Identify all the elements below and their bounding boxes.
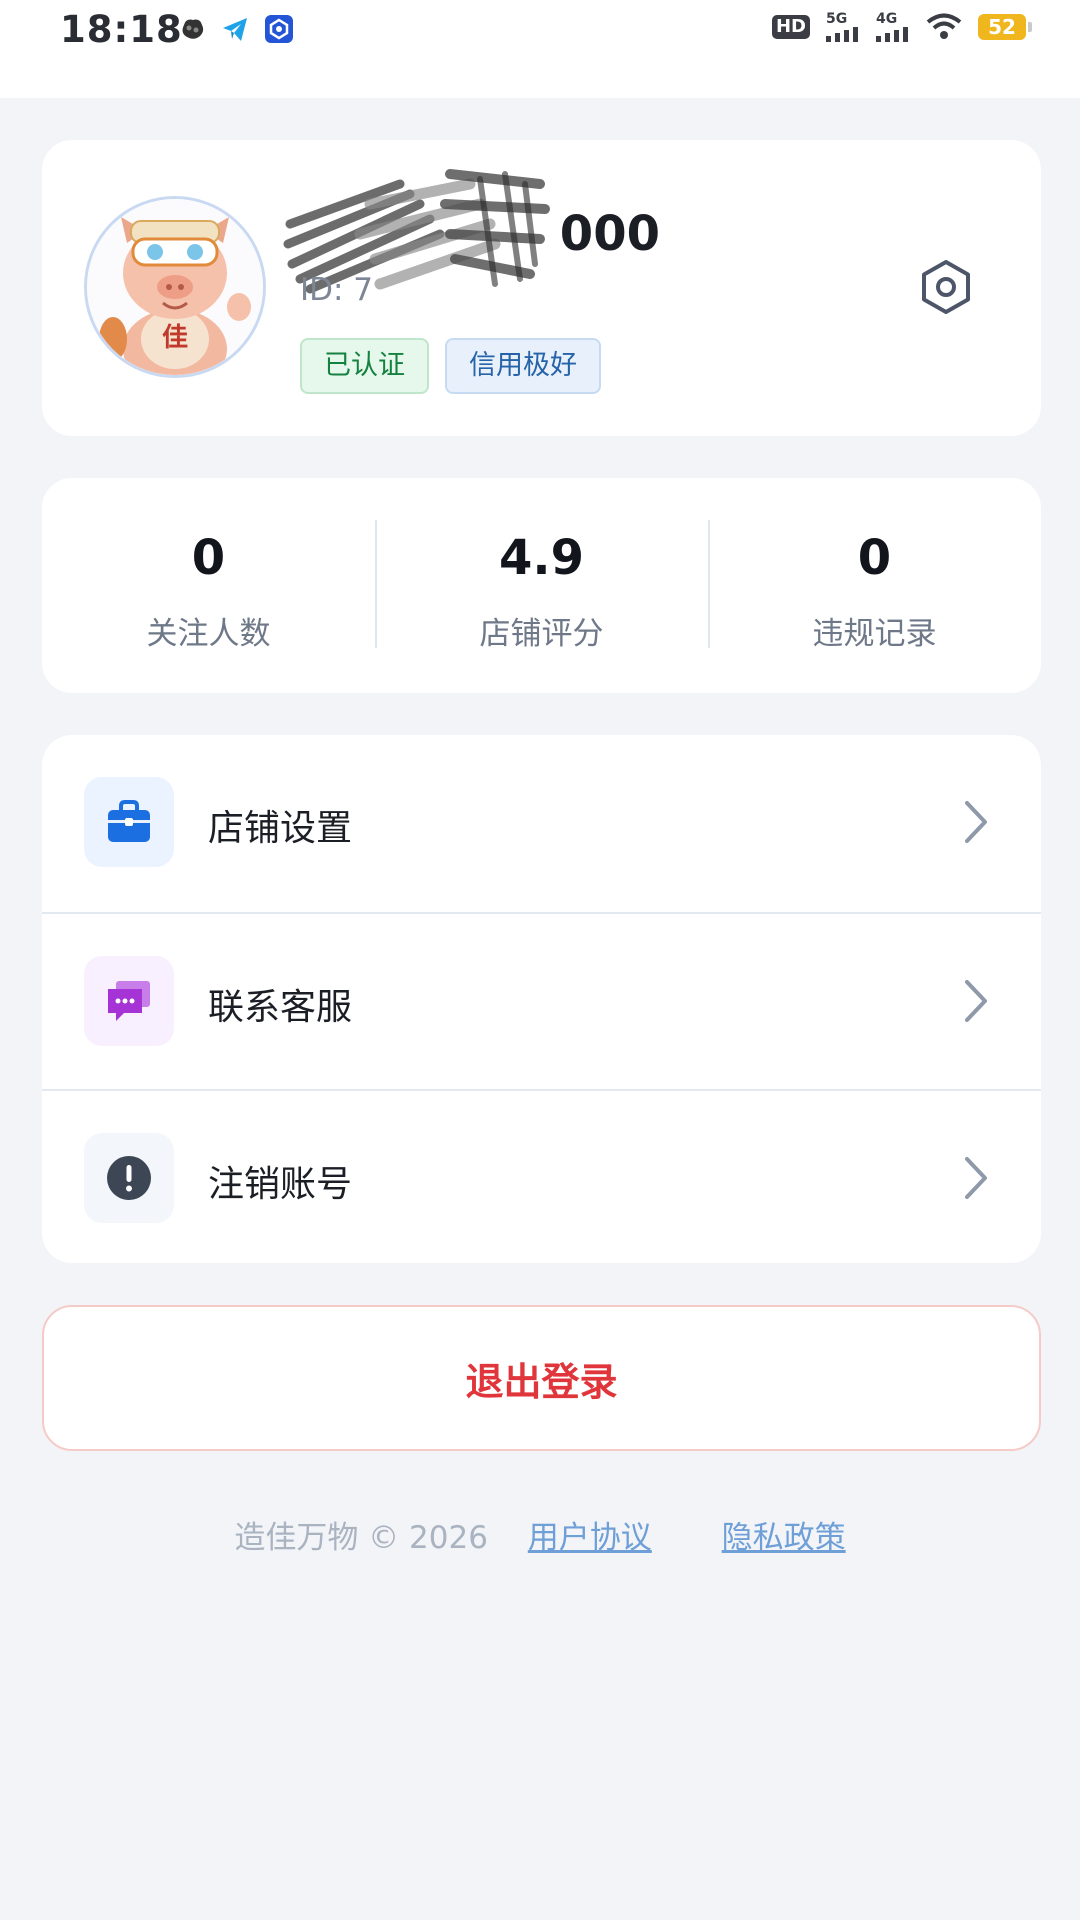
signal-5g: 5G — [826, 12, 860, 42]
stat-label: 店铺评分 — [479, 616, 604, 652]
alert-circle-icon — [107, 1156, 151, 1200]
menu-icon-box — [84, 956, 174, 1046]
app-blob-icon — [182, 19, 204, 39]
menu-label: 联系客服 — [208, 987, 353, 1028]
stat-value: 0 — [857, 530, 892, 586]
user-tags: 已认证 信用极好 — [300, 338, 601, 394]
stat-value: 4.9 — [498, 530, 585, 586]
wifi-icon — [926, 13, 962, 39]
menu-label: 店铺设置 — [208, 808, 353, 849]
settings-hex-icon[interactable] — [917, 258, 975, 316]
logout-button[interactable]: 退出登录 — [42, 1305, 1041, 1451]
menu-item-delete-account[interactable]: 注销账号 — [42, 1089, 1041, 1267]
chevron-right-icon — [965, 980, 987, 1022]
avatar[interactable]: 佳 — [84, 196, 266, 378]
signal-bars-icon — [826, 27, 858, 42]
status-time: 18:18 — [60, 8, 183, 51]
telegram-icon — [223, 18, 247, 41]
hd-badge: HD — [771, 15, 810, 39]
profile-card: 佳 000 ID: 7 已认证 信用极好 — [42, 140, 1041, 436]
stat-shop-rating[interactable]: 4.9 店铺评分 — [375, 478, 708, 693]
copyright-text: 造佳万物 © 2026 — [234, 1520, 488, 1556]
battery-indicator: 52 — [978, 14, 1032, 40]
stat-label: 违规记录 — [812, 616, 937, 652]
credit-tag: 信用极好 — [445, 338, 601, 394]
chevron-right-icon — [965, 1157, 987, 1199]
signal-4g-label: 4G — [876, 11, 898, 27]
username: 000 — [283, 169, 660, 294]
avatar-badge-text: 佳 — [162, 323, 188, 353]
stat-violations[interactable]: 0 违规记录 — [708, 478, 1041, 693]
menu-icon-box — [84, 777, 174, 867]
notification-icons — [178, 14, 294, 44]
signal-5g-label: 5G — [826, 11, 848, 27]
stat-label: 关注人数 — [146, 616, 271, 652]
verified-tag: 已认证 — [300, 338, 429, 394]
chat-bubble-icon — [108, 981, 150, 1021]
logout-label: 退出登录 — [465, 1359, 618, 1404]
username-text: 000 — [559, 206, 660, 262]
signal-bars-icon — [876, 27, 908, 42]
stat-followers[interactable]: 0 关注人数 — [42, 478, 375, 693]
menu-icon-box — [84, 1133, 174, 1223]
status-bar: 18:18 HD 5G 4G 52 — [0, 0, 1080, 98]
menu-card: 店铺设置 联系客服 注销账号 — [42, 735, 1041, 1263]
user-agreement-link[interactable]: 用户协议 — [528, 1520, 652, 1556]
footer: 造佳万物 © 2026 用户协议 隐私政策 — [0, 1512, 1080, 1557]
shop-bag-icon — [108, 800, 150, 842]
pig-mascot-image: 佳 — [87, 199, 263, 375]
stat-value: 0 — [191, 530, 226, 586]
menu-label: 注销账号 — [208, 1164, 353, 1205]
signal-4g: 4G — [876, 12, 910, 42]
system-status: HD 5G 4G 52 — [771, 12, 1032, 42]
menu-item-shop-settings[interactable]: 店铺设置 — [42, 735, 1041, 911]
user-id: ID: 7 — [300, 272, 374, 308]
app-square-icon — [265, 15, 293, 43]
stats-card: 0 关注人数 4.9 店铺评分 0 违规记录 — [42, 478, 1041, 693]
chevron-right-icon — [965, 801, 987, 843]
menu-item-contact-support[interactable]: 联系客服 — [42, 912, 1041, 1090]
privacy-policy-link[interactable]: 隐私政策 — [722, 1520, 846, 1556]
